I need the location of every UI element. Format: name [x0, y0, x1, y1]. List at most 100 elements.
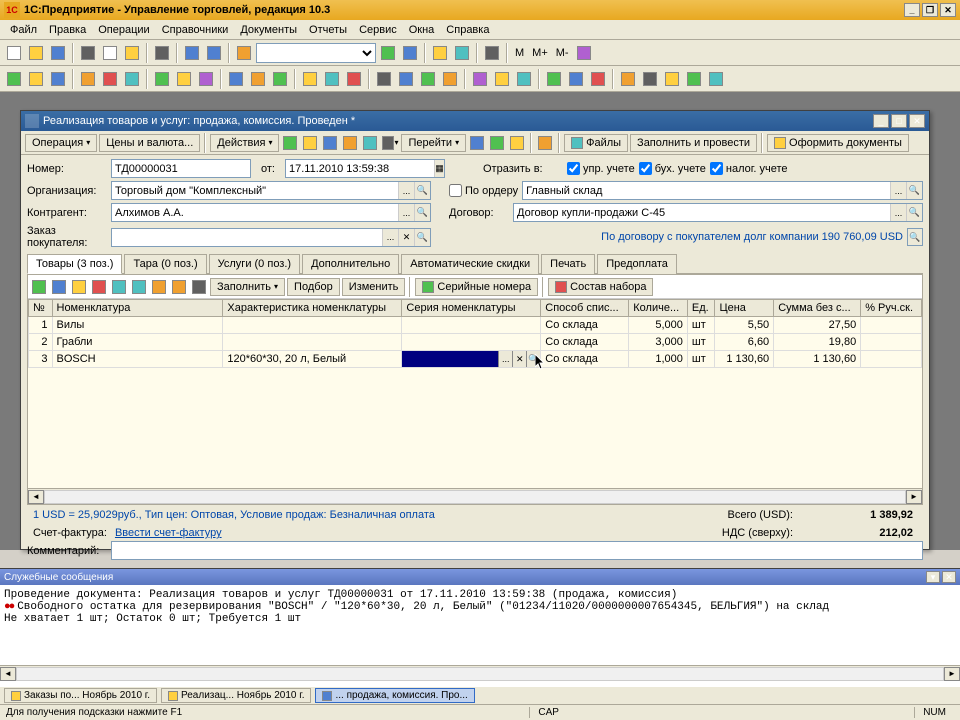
info-icon[interactable]: [468, 134, 486, 152]
tb2-26[interactable]: [618, 69, 638, 89]
doc-close-button[interactable]: ✕: [909, 114, 925, 128]
chk-acc[interactable]: бух. учете: [639, 162, 706, 175]
cell-pick-icon[interactable]: ...: [498, 351, 512, 367]
org-field[interactable]: ... 🔍: [111, 181, 431, 200]
chk-mgmt[interactable]: упр. учете: [567, 162, 635, 175]
refresh-icon[interactable]: [321, 134, 339, 152]
tb2-7[interactable]: [152, 69, 172, 89]
menu-reports[interactable]: Отчеты: [303, 22, 353, 38]
col-disc[interactable]: % Руч.ск.: [861, 300, 922, 317]
tb2-6[interactable]: [122, 69, 142, 89]
number-field[interactable]: ТД00000031: [111, 159, 251, 178]
tb2-5[interactable]: [100, 69, 120, 89]
order-search-icon[interactable]: 🔍: [414, 229, 430, 246]
struct-icon[interactable]: [361, 134, 379, 152]
copy-doc-icon[interactable]: [341, 134, 359, 152]
tb2-12[interactable]: [270, 69, 290, 89]
edit-row-icon[interactable]: [70, 278, 88, 296]
org-search-icon[interactable]: 🔍: [414, 182, 430, 199]
redo-icon[interactable]: [204, 43, 224, 63]
tb2-29[interactable]: [684, 69, 704, 89]
col-unit[interactable]: Ед.: [687, 300, 715, 317]
scroll-left-icon[interactable]: ◄: [28, 490, 44, 504]
col-n[interactable]: №: [29, 300, 53, 317]
msg-min-icon[interactable]: ▾: [926, 571, 940, 583]
list-icon[interactable]: [488, 134, 506, 152]
comment-field[interactable]: [111, 541, 923, 560]
tab-tare[interactable]: Тара (0 поз.): [124, 254, 206, 274]
doc-maximize-button[interactable]: □: [891, 114, 907, 128]
contract-search-icon[interactable]: 🔍: [906, 204, 922, 221]
tb2-17[interactable]: [396, 69, 416, 89]
copy-icon[interactable]: [100, 43, 120, 63]
search-combo[interactable]: [256, 43, 376, 63]
col-mode[interactable]: Способ спис...: [541, 300, 629, 317]
kit-button[interactable]: Состав набора: [548, 278, 653, 296]
open-icon[interactable]: [26, 43, 46, 63]
print-icon[interactable]: [152, 43, 172, 63]
down-row-icon[interactable]: [130, 278, 148, 296]
prices-button[interactable]: Цены и валюта...: [99, 134, 200, 152]
change-button[interactable]: Изменить: [342, 278, 406, 296]
wh-clear-icon[interactable]: ...: [890, 182, 906, 199]
goto-button[interactable]: Перейти: [401, 134, 466, 152]
tb2-30[interactable]: [706, 69, 726, 89]
draft-docs-button[interactable]: Оформить документы: [767, 134, 909, 152]
print-doc-icon[interactable]: [381, 134, 399, 152]
tb2-4[interactable]: [78, 69, 98, 89]
contr-field[interactable]: ... 🔍: [111, 203, 431, 222]
tb2-22[interactable]: [514, 69, 534, 89]
goods-grid[interactable]: № Номенклатура Характеристика номенклату…: [28, 299, 922, 368]
col-price[interactable]: Цена: [715, 300, 774, 317]
taskbtn-sales[interactable]: Реализац... Ноябрь 2010 г.: [161, 688, 311, 703]
del-row-icon[interactable]: [90, 278, 108, 296]
msg-close-icon[interactable]: ✕: [942, 571, 956, 583]
cell-search-icon[interactable]: 🔍: [526, 351, 540, 367]
menu-documents[interactable]: Документы: [234, 22, 303, 38]
tab-extra[interactable]: Дополнительно: [302, 254, 399, 274]
sort-asc-icon[interactable]: [150, 278, 168, 296]
tb2-15[interactable]: [344, 69, 364, 89]
col-series[interactable]: Серия номенклатуры: [402, 300, 541, 317]
tb2-19[interactable]: [440, 69, 460, 89]
menu-service[interactable]: Сервис: [353, 22, 403, 38]
tb2-10[interactable]: [226, 69, 246, 89]
order-field[interactable]: ... ✕ 🔍: [111, 228, 431, 247]
tab-goods[interactable]: Товары (3 поз.): [27, 254, 122, 274]
add-row-icon[interactable]: [30, 278, 48, 296]
undo-icon[interactable]: [182, 43, 202, 63]
menu-file[interactable]: Файл: [4, 22, 43, 38]
tb2-1[interactable]: [4, 69, 24, 89]
tb2-2[interactable]: [26, 69, 46, 89]
minimize-button[interactable]: _: [904, 3, 920, 17]
tb2-23[interactable]: [544, 69, 564, 89]
col-name[interactable]: Номенклатура: [52, 300, 223, 317]
wh-search-icon[interactable]: 🔍: [906, 182, 922, 199]
col-qty[interactable]: Количе...: [629, 300, 688, 317]
select-button[interactable]: Подбор: [287, 278, 340, 296]
tb2-8[interactable]: [174, 69, 194, 89]
tb2-21[interactable]: [492, 69, 512, 89]
contract-clear-icon[interactable]: ...: [890, 204, 906, 221]
date-picker-icon[interactable]: ▦: [434, 160, 444, 177]
up-row-icon[interactable]: [110, 278, 128, 296]
new-icon[interactable]: [4, 43, 24, 63]
date-field[interactable]: ▦: [285, 159, 445, 178]
series-editing-cell[interactable]: ... ✕ 🔍: [402, 351, 541, 368]
msg-hscroll[interactable]: ◄ ►: [0, 665, 960, 681]
serials-button[interactable]: Серийные номера: [415, 278, 538, 296]
save-icon[interactable]: [48, 43, 68, 63]
tools-icon[interactable]: [452, 43, 472, 63]
tab-discounts[interactable]: Автоматические скидки: [401, 254, 539, 274]
tb2-27[interactable]: [640, 69, 660, 89]
actions-button[interactable]: Действия: [210, 134, 279, 152]
gear-icon[interactable]: [482, 43, 502, 63]
grid-hscroll[interactable]: ◄ ►: [28, 488, 922, 504]
tb2-24[interactable]: [566, 69, 586, 89]
user-icon[interactable]: [536, 134, 554, 152]
operation-button[interactable]: Операция: [25, 134, 97, 152]
menu-help[interactable]: Справка: [440, 22, 495, 38]
restore-button[interactable]: ❐: [922, 3, 938, 17]
contr-search-icon[interactable]: 🔍: [414, 204, 430, 221]
menu-catalogs[interactable]: Справочники: [156, 22, 235, 38]
